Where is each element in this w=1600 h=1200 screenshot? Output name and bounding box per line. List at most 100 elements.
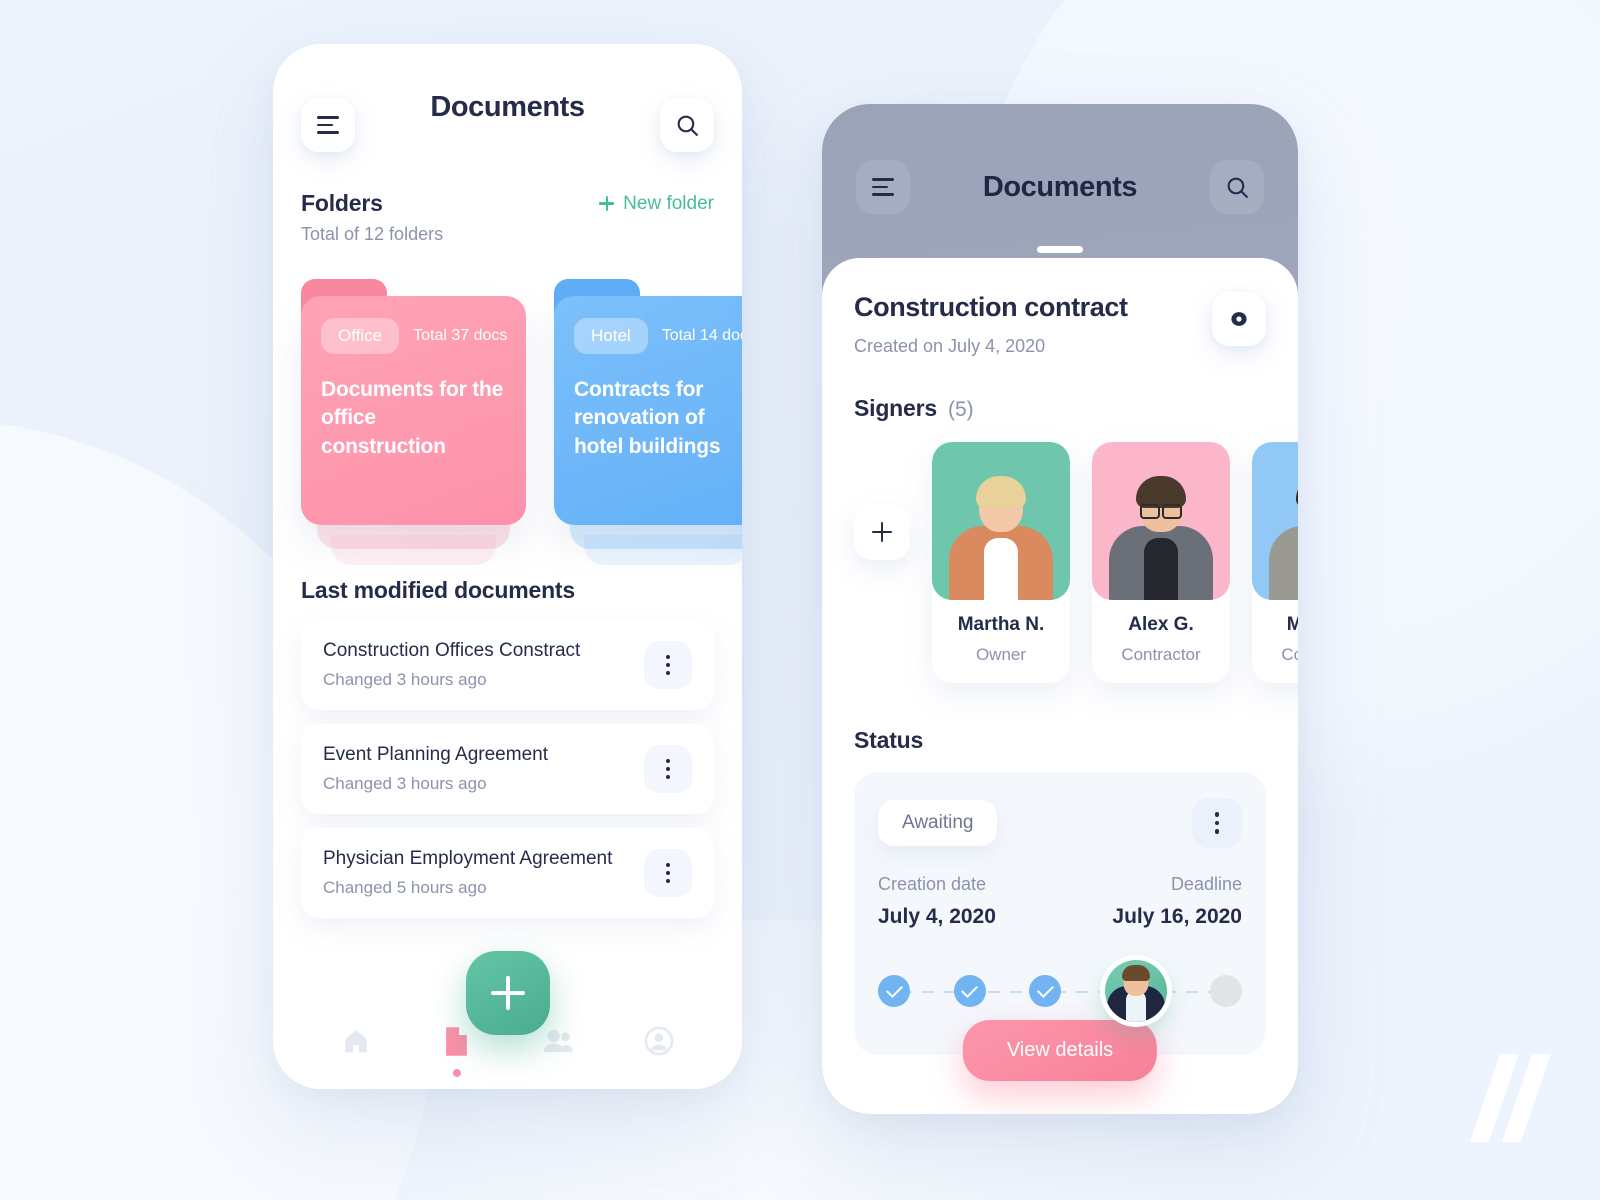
tab-people[interactable] bbox=[535, 1018, 581, 1064]
active-tab-dot bbox=[452, 1069, 461, 1077]
progress-step-done[interactable] bbox=[1029, 975, 1061, 1007]
folder-card[interactable]: Hotel Total 14 docs Contracts for renova… bbox=[554, 279, 742, 565]
add-signer-button[interactable] bbox=[854, 504, 910, 560]
documents-list: Construction Offices Constract Changed 3… bbox=[273, 604, 742, 918]
document-details-screen: Documents Construction contract Created … bbox=[822, 104, 1298, 1114]
folder-chip: Hotel bbox=[574, 318, 648, 354]
folder-meta: Office Total 37 docs bbox=[321, 318, 508, 354]
status-more-button[interactable] bbox=[1192, 798, 1242, 848]
document-more-button[interactable] bbox=[644, 849, 692, 897]
search-icon bbox=[1227, 177, 1248, 198]
signer-name: Mads T. bbox=[1286, 614, 1298, 635]
folder-doc-count: Total 37 docs bbox=[413, 327, 508, 344]
menu-button[interactable] bbox=[856, 160, 910, 214]
document-changed: Changed 5 hours ago bbox=[323, 878, 487, 897]
hamburger-icon bbox=[317, 116, 339, 134]
document-name: Physician Employment Agreement bbox=[323, 848, 613, 869]
document-icon bbox=[446, 1026, 468, 1056]
folder-card[interactable]: Office Total 37 docs Documents for the o… bbox=[301, 279, 526, 565]
new-folder-button[interactable]: New folder bbox=[599, 193, 714, 215]
plus-icon bbox=[599, 196, 615, 211]
check-icon bbox=[885, 981, 903, 998]
list-item[interactable]: Construction Offices Constract Changed 3… bbox=[301, 620, 714, 710]
creation-date-block: Creation date July 4, 2020 bbox=[878, 874, 996, 929]
folders-title: Folders bbox=[301, 190, 383, 216]
document-name: Construction Offices Constract bbox=[323, 640, 581, 661]
signing-progress-track bbox=[878, 960, 1242, 1022]
left-header: Documents bbox=[273, 44, 742, 162]
signer-card[interactable]: Alex G. Contractor bbox=[1092, 442, 1230, 683]
check-icon bbox=[1036, 981, 1054, 998]
progress-step-current[interactable] bbox=[1104, 960, 1167, 1022]
add-document-fab[interactable] bbox=[465, 951, 550, 1035]
search-icon bbox=[677, 115, 698, 136]
preview-button[interactable] bbox=[1212, 292, 1266, 346]
progress-step-done[interactable] bbox=[953, 975, 986, 1007]
creation-date-label: Creation date bbox=[878, 874, 987, 894]
page-title: Documents bbox=[982, 170, 1138, 203]
signer-role: Contractor bbox=[1121, 645, 1201, 664]
folder-body: Office Total 37 docs Documents for the o… bbox=[301, 296, 526, 525]
progress-nodes bbox=[878, 960, 1242, 1022]
status-badge: Awaiting bbox=[878, 800, 998, 846]
right-header: Documents bbox=[822, 104, 1298, 264]
eye-icon bbox=[1231, 312, 1247, 326]
signers-title: Signers bbox=[854, 395, 937, 421]
sheet-header: Construction contract Created on July 4,… bbox=[854, 292, 1266, 357]
signers-count: (5) bbox=[947, 398, 974, 421]
folders-section-header: Folders New folder bbox=[273, 190, 742, 217]
signer-card[interactable]: Mads T. Contractor bbox=[1252, 442, 1298, 683]
signers-header: Signers (5) bbox=[854, 395, 1266, 422]
search-button[interactable] bbox=[1210, 160, 1264, 214]
account-icon bbox=[645, 1026, 674, 1056]
folder-body: Hotel Total 14 docs Contracts for renova… bbox=[554, 296, 742, 525]
status-dates: Creation date July 4, 2020 Deadline July… bbox=[878, 874, 1242, 929]
status-title: Status bbox=[854, 727, 924, 753]
document-more-button[interactable] bbox=[644, 641, 692, 689]
folders-carousel[interactable]: Office Total 37 docs Documents for the o… bbox=[273, 245, 742, 565]
double-slash-logo bbox=[1469, 1054, 1552, 1142]
status-card-header: Awaiting bbox=[878, 798, 1242, 848]
tab-home[interactable] bbox=[333, 1018, 379, 1064]
last-modified-title: Last modified documents bbox=[301, 577, 575, 603]
document-more-button[interactable] bbox=[644, 745, 692, 793]
progress-step-done[interactable] bbox=[878, 975, 910, 1007]
folder-chip: Office bbox=[321, 318, 400, 354]
list-item[interactable]: Physician Employment Agreement Changed 5… bbox=[301, 828, 714, 918]
hamburger-icon bbox=[872, 178, 894, 196]
document-changed: Changed 3 hours ago bbox=[323, 670, 487, 689]
status-card: Awaiting Creation date July 4, 2020 Dead… bbox=[854, 772, 1266, 1081]
view-details-button[interactable]: View details bbox=[962, 1020, 1158, 1081]
documents-list-screen: Documents Folders New folder Total of 12… bbox=[273, 44, 742, 1089]
check-icon bbox=[961, 981, 978, 998]
menu-button[interactable] bbox=[301, 98, 355, 152]
folder-doc-count: Total 14 docs bbox=[661, 327, 742, 344]
sheet-drag-handle[interactable] bbox=[1037, 246, 1083, 253]
person-silhouette bbox=[1261, 470, 1298, 600]
document-info: Construction Offices Constract Changed 3… bbox=[323, 640, 580, 690]
plus-icon bbox=[490, 976, 525, 1010]
tab-account[interactable] bbox=[636, 1018, 682, 1064]
signer-avatar bbox=[1252, 442, 1298, 600]
person-silhouette bbox=[1101, 470, 1221, 600]
signer-card[interactable]: Martha N. Owner bbox=[932, 442, 1070, 683]
document-created: Created on July 4, 2020 bbox=[854, 336, 1046, 356]
document-heading: Construction contract Created on July 4,… bbox=[854, 292, 1128, 357]
search-button[interactable] bbox=[660, 98, 714, 152]
people-icon bbox=[543, 1029, 573, 1053]
list-item[interactable]: Event Planning Agreement Changed 3 hours… bbox=[301, 724, 714, 814]
signer-avatar bbox=[1092, 442, 1230, 600]
glasses-icon bbox=[1140, 504, 1182, 519]
home-icon bbox=[345, 1030, 367, 1053]
person-silhouette bbox=[1106, 960, 1165, 1022]
screenshot-canvas: Documents Folders New folder Total of 12… bbox=[0, 0, 1600, 1200]
signers-carousel[interactable]: Martha N. Owner Alex G. Contractor M C bbox=[854, 442, 1298, 683]
signer-role: Contractor bbox=[1281, 645, 1298, 664]
page-title: Documents bbox=[430, 90, 585, 123]
deadline-value: July 16, 2020 bbox=[1112, 905, 1242, 928]
signer-name: Martha N. bbox=[957, 614, 1045, 635]
creation-date-value: July 4, 2020 bbox=[878, 905, 996, 928]
document-changed: Changed 3 hours ago bbox=[323, 774, 487, 793]
progress-step-pending[interactable] bbox=[1210, 975, 1242, 1007]
folder-description: Contracts for renovation of hotel buildi… bbox=[574, 378, 721, 458]
